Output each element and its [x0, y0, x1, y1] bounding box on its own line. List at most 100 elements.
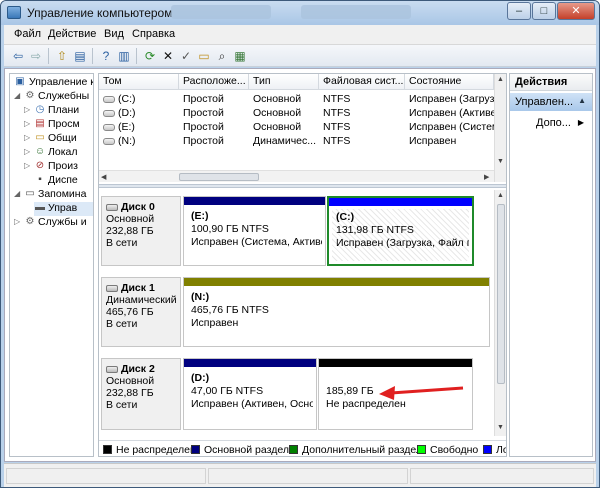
collapsed-icon[interactable]: ▷ — [24, 161, 32, 170]
menu-file[interactable]: Файл — [14, 28, 41, 40]
submenu-arrow-icon: ▶ — [577, 118, 584, 127]
volume-type: Основной — [253, 107, 302, 119]
volume-layout: Простой — [183, 93, 224, 105]
legend-swatch — [483, 445, 492, 454]
volume-name: (D:) — [118, 107, 136, 119]
volume-layout: Простой — [183, 135, 224, 147]
volume-fs: NTFS — [323, 107, 351, 119]
show-pane-icon[interactable]: ▥ — [116, 48, 132, 64]
partition-status: Исправен (Загрузка, Файл п — [336, 237, 469, 249]
table-row[interactable]: (E:) Простой Основной NTFS Исправен (Сис… — [99, 120, 494, 134]
forward-icon[interactable]: ⇨ — [28, 48, 44, 64]
partition-color-bar — [184, 278, 489, 286]
partition-e[interactable]: (E:) 100,90 ГБ NTFS Исправен (Система, А… — [183, 196, 326, 266]
menu-action[interactable]: Действие — [48, 28, 96, 40]
back-icon[interactable]: ⇦ — [10, 48, 26, 64]
partition-n[interactable]: (N:) 465,76 ГБ NTFS Исправен — [183, 277, 490, 347]
legend-item: Не распределен — [103, 444, 196, 456]
window-title: Управление компьютером — [27, 6, 173, 20]
scroll-up-icon[interactable]: ▲ — [497, 76, 504, 83]
volume-type: Динамичес... — [253, 135, 317, 147]
column-type[interactable]: Тип — [249, 74, 319, 90]
properties-icon[interactable]: ✓ — [178, 48, 194, 64]
partition-status: Исправен (Активен, Основ — [191, 398, 313, 410]
open-icon[interactable]: ▭ — [196, 48, 212, 64]
delete-icon[interactable]: ✕ — [160, 48, 176, 64]
collapsed-icon[interactable]: ▷ — [24, 105, 32, 114]
storage-icon: ▭ — [25, 188, 35, 199]
menu-view[interactable]: Вид — [104, 28, 124, 40]
pane-splitter[interactable] — [99, 184, 506, 188]
table-row[interactable]: (D:) Простой Основной NTFS Исправен (Акт… — [99, 106, 494, 120]
status-bar — [4, 463, 596, 487]
computer-management-icon — [7, 6, 21, 19]
scroll-left-icon[interactable]: ◀ — [101, 173, 106, 181]
title-bar[interactable]: Управление компьютером – □ ✕ — [1, 1, 599, 25]
scroll-down-icon[interactable]: ▼ — [497, 424, 504, 431]
table-row[interactable]: (N:) Простой Динамичес... NTFS Исправен — [99, 134, 494, 148]
show-tree-icon[interactable]: ▤ — [72, 48, 88, 64]
close-button[interactable]: ✕ — [557, 2, 595, 20]
export-icon[interactable]: ▦ — [232, 48, 248, 64]
users-icon: ☺ — [34, 146, 46, 157]
legend-item: Основной раздел — [191, 444, 289, 456]
partition-c[interactable]: (C:) 131,98 ГБ NTFS Исправен (Загрузка, … — [327, 196, 474, 266]
partition-size: 465,76 ГБ NTFS — [191, 304, 269, 316]
partition-size: 100,90 ГБ NTFS — [191, 223, 269, 235]
scroll-right-icon[interactable]: ▶ — [484, 173, 489, 181]
menu-help[interactable]: Справка — [132, 28, 175, 40]
actions-section-disk-management[interactable]: Управлен... ▲ — [510, 93, 592, 111]
vertical-scrollbar[interactable]: ▲ ▼ — [494, 190, 506, 436]
actions-pane: Действия Управлен... ▲ Допо... ▶ — [509, 73, 593, 457]
disk-name: Диск 2 — [121, 363, 155, 375]
disk-2-label[interactable]: Диск 2 Основной 232,88 ГБ В сети — [101, 358, 181, 430]
tree-item-disk-management[interactable]: ▬ Управ — [34, 202, 93, 216]
column-status[interactable]: Состояние — [405, 74, 494, 90]
disk-type: Основной — [106, 375, 155, 387]
minimize-button[interactable]: – — [507, 2, 531, 20]
expanded-icon[interactable]: ◢ — [14, 91, 22, 100]
partition-d[interactable]: (D:) 47,00 ГБ NTFS Исправен (Активен, Ос… — [183, 358, 317, 430]
disk-name: Диск 0 — [121, 201, 155, 213]
up-icon[interactable]: ⇧ — [54, 48, 70, 64]
red-arrow-annotation — [379, 386, 464, 400]
scroll-up-icon[interactable]: ▲ — [497, 192, 504, 199]
collapsed-icon[interactable]: ▷ — [24, 119, 32, 128]
partition-label: (C:) — [336, 211, 355, 223]
collapsed-icon[interactable]: ▷ — [14, 217, 22, 226]
volume-status: Исправен (Система, Ак — [409, 121, 494, 133]
help-icon[interactable]: ? — [98, 48, 114, 64]
partition-color-bar — [184, 359, 316, 367]
column-volume[interactable]: Том — [99, 74, 179, 90]
search-icon[interactable]: ⌕ — [214, 48, 230, 64]
column-file-system[interactable]: Файловая сист... — [319, 74, 405, 90]
scrollbar-thumb[interactable] — [497, 204, 505, 384]
volume-icon — [103, 137, 115, 145]
actions-more[interactable]: Допо... ▶ — [510, 116, 592, 132]
disk-status: В сети — [106, 237, 138, 249]
column-layout[interactable]: Расположе... — [179, 74, 249, 90]
partition-color-bar — [184, 197, 325, 205]
collapsed-icon[interactable]: ▷ — [24, 133, 32, 142]
status-section — [410, 468, 594, 484]
legend-item: Свободно — [417, 444, 478, 456]
partition-status: Исправен (Система, Активен — [191, 236, 322, 248]
scrollbar-thumb[interactable] — [179, 173, 259, 181]
collapsed-icon[interactable]: ▷ — [24, 147, 32, 156]
volume-fs: NTFS — [323, 135, 351, 147]
table-row[interactable]: (C:) Простой Основной NTFS Исправен (Заг… — [99, 92, 494, 106]
clock-icon: ◷ — [35, 104, 45, 115]
refresh-icon[interactable]: ⟳ — [142, 48, 158, 64]
expanded-icon[interactable]: ◢ — [14, 189, 22, 198]
volume-name: (C:) — [118, 93, 136, 105]
menu-bar: Файл Действие Вид Справка — [4, 25, 596, 45]
horizontal-scrollbar[interactable]: ◀ ▶ — [99, 170, 494, 182]
collapse-icon[interactable]: ▲ — [578, 96, 586, 105]
disk-icon — [106, 365, 118, 373]
scroll-down-icon[interactable]: ▼ — [497, 158, 504, 165]
disk-1-label[interactable]: Диск 1 Динамический 465,76 ГБ В сети — [101, 277, 181, 347]
vertical-scrollbar[interactable]: ▲ ▼ — [494, 74, 506, 182]
legend-swatch — [103, 445, 112, 454]
disk-0-label[interactable]: Диск 0 Основной 232,88 ГБ В сети — [101, 196, 181, 266]
maximize-button[interactable]: □ — [532, 2, 556, 20]
